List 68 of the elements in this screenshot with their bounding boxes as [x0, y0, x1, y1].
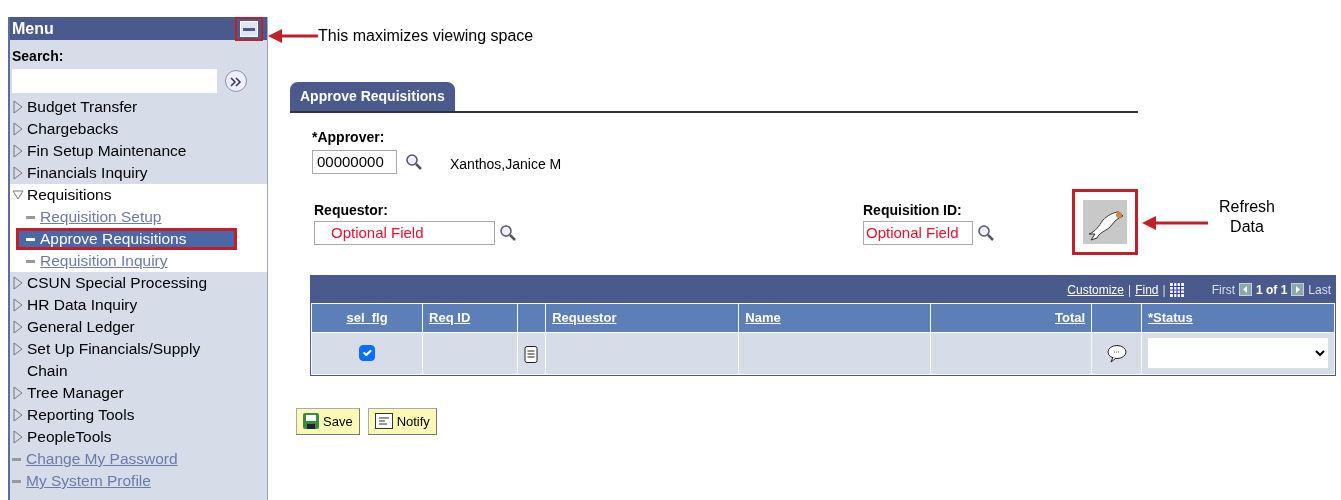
note-icon	[374, 413, 393, 430]
collapsed-arrow-icon	[12, 342, 24, 356]
folder-item[interactable]: PeopleTools	[10, 426, 267, 448]
separator-text: |	[1128, 281, 1132, 299]
callout-text: This maximizes viewing space	[318, 26, 534, 46]
folder-item[interactable]: Budget Transfer	[10, 96, 267, 118]
menu-link[interactable]: Requisition Setup	[10, 206, 267, 228]
search-icon[interactable]	[405, 153, 422, 170]
arrow-icon	[1142, 215, 1208, 230]
folder-item[interactable]: Reporting Tools	[10, 404, 267, 426]
folder-item[interactable]: Tree Manager	[10, 382, 267, 404]
collapsed-arrow-icon	[12, 122, 24, 136]
collapsed-arrow-icon	[12, 144, 24, 158]
column-header[interactable]: Req ID	[422, 303, 518, 332]
field-label: *Approver:	[312, 128, 386, 147]
grid-link[interactable]: Find	[1135, 280, 1159, 299]
refresh-button[interactable]	[1072, 189, 1138, 255]
search-field[interactable]	[12, 69, 217, 93]
expanded-arrow-icon	[12, 188, 24, 202]
folder-item[interactable]: Chargebacks	[10, 118, 267, 140]
row-checkbox[interactable]	[359, 345, 376, 361]
folder-item[interactable]: Financials Inquiry	[10, 162, 267, 184]
callout-text: Refresh Data	[1218, 197, 1276, 237]
notify-button[interactable]: Notify	[367, 407, 437, 435]
separator-text: |	[1162, 281, 1166, 299]
column-header[interactable]: sel_flg	[311, 303, 423, 332]
double-chevron-icon	[230, 76, 242, 87]
tab[interactable]: Approve Requisitions	[290, 82, 455, 111]
column-header[interactable]: *Status	[1141, 303, 1335, 332]
approver-name: Xanthos,Janice M	[450, 155, 562, 174]
folder-item[interactable]: Fin Setup Maintenance	[10, 140, 267, 162]
folder-item[interactable]: General Ledger	[10, 316, 267, 338]
collapsed-arrow-icon	[12, 430, 24, 444]
menu-title: Menu	[12, 18, 54, 39]
collapsed-arrow-icon	[12, 100, 24, 114]
approver-field[interactable]: 00000000	[312, 149, 397, 174]
grid-link[interactable]: Customize	[1067, 280, 1125, 299]
field-label: Requisition ID:	[863, 200, 963, 220]
collapsed-arrow-icon	[12, 320, 24, 334]
menu-link[interactable]: Requisition Inquiry	[10, 250, 267, 272]
collapsed-arrow-icon	[12, 408, 24, 422]
expanded-folder-item[interactable]: Requisitions	[10, 184, 267, 206]
input-field[interactable]: Optional Field	[863, 220, 973, 245]
speech-bubble-icon[interactable]	[1105, 343, 1128, 364]
folder-item[interactable]: Set Up Financials/Supply Chain	[10, 338, 267, 382]
field-label: Requestor:	[314, 200, 389, 220]
collapsed-arrow-icon	[12, 166, 24, 180]
folder-item[interactable]: HR Data Inquiry	[10, 294, 267, 316]
collapsed-arrow-icon	[12, 298, 24, 312]
menu-link[interactable]: Approve Requisitions	[16, 228, 237, 250]
notepad-icon[interactable]	[524, 344, 539, 363]
save-button[interactable]: Save	[296, 407, 360, 435]
search-icon[interactable]	[499, 224, 516, 241]
minus-icon	[240, 20, 258, 37]
collapsed-arrow-icon	[12, 276, 24, 290]
page-range: 1 of 1	[1255, 281, 1288, 299]
arrow-icon	[268, 29, 318, 43]
collapse-button[interactable]	[235, 16, 263, 41]
column-header[interactable]: Requestor	[545, 303, 739, 332]
go-button[interactable]	[225, 70, 247, 92]
folder-item[interactable]: CSUN Special Processing	[10, 272, 267, 294]
column-header[interactable]: Name	[738, 303, 931, 332]
column-header[interactable]: Total	[930, 303, 1092, 332]
collapsed-arrow-icon	[12, 386, 24, 400]
grid-icon[interactable]	[1169, 282, 1184, 297]
input-field[interactable]: Optional Field	[314, 220, 495, 245]
search-icon[interactable]	[977, 224, 994, 241]
search-label: Search:	[11, 47, 65, 66]
